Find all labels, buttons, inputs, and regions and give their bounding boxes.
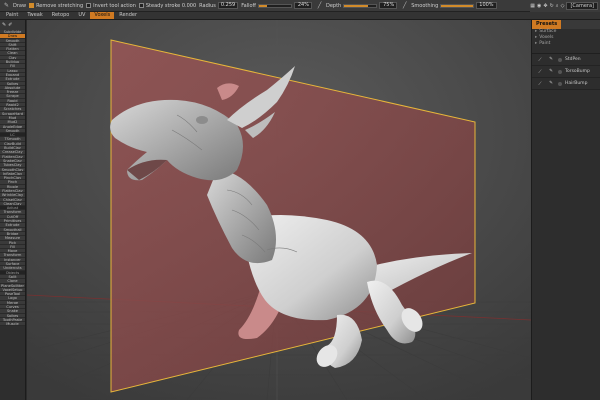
invert-tool-action-label: Invert tool action bbox=[93, 2, 136, 9]
pen-icon: ✎ bbox=[549, 69, 553, 74]
checkbox[interactable] bbox=[86, 3, 92, 8]
depth-field[interactable]: 75% bbox=[379, 2, 398, 9]
toolbar-right-group: ▦ ◉ ✥ ↻ ⌕ ◇ [Camera] bbox=[530, 0, 600, 12]
invert-tool-action-toggle[interactable]: Invert tool action bbox=[86, 3, 136, 9]
smoothing-icon: ╱ bbox=[402, 2, 407, 9]
draw-tool-indicator[interactable]: ✎ Draw bbox=[2, 1, 26, 10]
preset-list: ⟋ ✎ StdPen ⟋ ✎ TorsoBump ⟋ ✎ HairBump bbox=[532, 53, 600, 90]
smoothing-slider-fill bbox=[441, 4, 474, 7]
depth-control: ╱ Depth 75% bbox=[315, 1, 398, 10]
tool-item-muscle[interactable]: Muscle bbox=[0, 322, 25, 327]
radius-label: Radius bbox=[199, 2, 216, 9]
tab-tweak[interactable]: Tweak bbox=[23, 12, 46, 19]
draw-label: Draw bbox=[13, 2, 27, 9]
steady-stroke-toggle[interactable]: Steady stroke 0.000 bbox=[138, 2, 197, 9]
depth-slider-fill bbox=[344, 4, 369, 7]
brush-stroke-icon: ⟋ bbox=[538, 57, 542, 63]
3d-coat-window: ✎ Draw Remove stretching Invert tool act… bbox=[0, 0, 600, 400]
preset-item[interactable]: ⟋ ✎ StdPen bbox=[532, 54, 600, 66]
preset-label: StdPen bbox=[565, 57, 581, 62]
chevron-right-icon: ▸ bbox=[535, 29, 538, 34]
tools-panel-header: ✎ ✐ bbox=[0, 20, 25, 30]
material-sphere-icon bbox=[558, 81, 562, 86]
material-sphere-icon bbox=[558, 69, 562, 74]
viewport-canvas[interactable] bbox=[27, 20, 531, 400]
3d-viewport[interactable] bbox=[27, 20, 531, 400]
material-sphere-icon bbox=[558, 57, 562, 62]
depth-icon: ╱ bbox=[317, 2, 322, 9]
smoothing-field[interactable]: 100% bbox=[476, 2, 497, 9]
top-toolbar: ✎ Draw Remove stretching Invert tool act… bbox=[0, 0, 600, 12]
preset-label: HairBump bbox=[565, 81, 588, 86]
checkbox[interactable] bbox=[138, 3, 144, 8]
tools-panel: ✎ ✐ Subdivide Draw Smooth Shift Flatten Clean… bbox=[0, 20, 26, 400]
chevron-right-icon: ▸ bbox=[535, 35, 538, 40]
preset-item[interactable]: ⟋ ✎ HairBump bbox=[532, 78, 600, 90]
smoothing-slider[interactable] bbox=[440, 3, 475, 8]
zoom-icon[interactable]: ⌕ bbox=[556, 3, 559, 9]
smoothing-control: ╱ Smoothing 100% bbox=[400, 1, 497, 10]
eye-icon[interactable]: ◉ bbox=[537, 3, 541, 9]
tab-voxels[interactable]: Voxels bbox=[90, 12, 115, 19]
brush-stroke-icon: ⟋ bbox=[538, 81, 542, 87]
tree-item-label: Surface bbox=[539, 29, 557, 34]
layout-icon[interactable]: ▦ bbox=[530, 3, 535, 9]
camera-select[interactable]: [Camera] bbox=[566, 2, 598, 10]
falloff-slider-fill bbox=[259, 4, 267, 7]
falloff-field[interactable]: 24% bbox=[294, 2, 312, 9]
presets-tab-bar: Presets bbox=[532, 20, 600, 29]
tab-render[interactable]: Render bbox=[115, 12, 141, 19]
tool-list: Subdivide Draw Smooth Shift Flatten Clean Clay… bbox=[0, 30, 25, 327]
perspective-icon[interactable]: ◇ bbox=[561, 3, 565, 9]
falloff-slider[interactable] bbox=[258, 3, 292, 8]
tab-presets[interactable]: Presets bbox=[532, 20, 562, 29]
rotate-icon[interactable]: ↻ bbox=[550, 3, 554, 9]
smoothing-label: Smoothing bbox=[411, 2, 439, 9]
move-icon[interactable]: ✥ bbox=[543, 3, 547, 9]
pen-icon: ✎ bbox=[549, 57, 553, 62]
falloff-label: Falloff bbox=[241, 2, 256, 9]
tab-retopo[interactable]: Retopo bbox=[48, 12, 74, 19]
radius-control: Radius 0.259 bbox=[199, 2, 239, 9]
radius-field[interactable]: 0.259 bbox=[217, 2, 239, 9]
chevron-right-icon: ▸ bbox=[535, 41, 538, 46]
pen-icon[interactable]: ✎ bbox=[2, 22, 6, 28]
tree-item-label: Paint bbox=[539, 41, 551, 46]
tab-paint[interactable]: Paint bbox=[2, 12, 22, 19]
depth-slider[interactable] bbox=[343, 3, 378, 8]
falloff-control: Falloff 24% bbox=[241, 2, 312, 9]
tree-item-paint[interactable]: ▸ Paint bbox=[532, 41, 600, 47]
presets-panel: Presets ▸ Surface ▸ Voxels ▸ Paint ⟋ ✎ StdPen ⟋ ✎… bbox=[531, 20, 600, 400]
depth-label: Depth bbox=[326, 2, 342, 9]
remove-stretching-label: Remove stretching bbox=[36, 2, 84, 9]
brush-icon: ✎ bbox=[3, 2, 10, 9]
brush-options-icon[interactable]: ✐ bbox=[8, 22, 12, 28]
room-tabs: Paint Tweak Retopo UV Voxels Render bbox=[0, 12, 600, 20]
presets-tree: ▸ Surface ▸ Voxels ▸ Paint bbox=[532, 29, 600, 47]
brush-stroke-icon: ⟋ bbox=[538, 69, 542, 75]
checkbox[interactable] bbox=[29, 3, 35, 8]
dragon-eye bbox=[196, 116, 208, 124]
pen-icon: ✎ bbox=[549, 81, 553, 86]
preset-item[interactable]: ⟋ ✎ TorsoBump bbox=[532, 66, 600, 78]
steady-stroke-label: Steady stroke 0.000 bbox=[145, 2, 197, 9]
remove-stretching-toggle[interactable]: Remove stretching bbox=[29, 3, 83, 9]
tree-item-label: Voxels bbox=[539, 35, 554, 40]
tab-uv[interactable]: UV bbox=[74, 12, 89, 19]
preset-label: TorsoBump bbox=[565, 69, 590, 74]
